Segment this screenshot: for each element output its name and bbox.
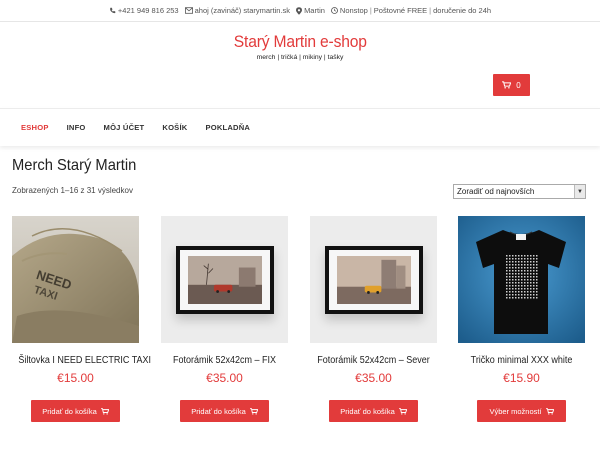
site-title[interactable]: Starý Martin e-shop [234,32,367,52]
cart-icon [502,81,512,89]
add-to-cart-button[interactable]: Pridať do košíka [180,400,269,422]
product-price: €35.00 [206,371,243,385]
product-name[interactable]: Šiltovka I NEED ELECTRIC TAXI [18,355,151,366]
product-image[interactable] [161,216,288,343]
map-pin-icon [296,6,303,15]
location-text: Martin [304,6,325,15]
main-navigation: ESHOP INFO MÔJ ÚČET KOŠÍK POKLADŇA [0,108,600,146]
product-image[interactable]: NEED TAXI [12,216,139,343]
cart-icon [100,407,109,415]
product-price: €35.00 [355,371,392,385]
button-label: Výber možností [489,406,542,416]
button-label: Pridať do košíka [340,406,395,416]
delivery-text: doručenie do 24h [433,6,492,15]
photo-frame [324,245,423,314]
product-card: Fotorámik 52x42cm – Sever €35.00 Pridať … [310,216,437,422]
add-to-cart-button[interactable]: Pridať do košíka [329,400,418,422]
chevron-down-icon: ▼ [574,185,585,198]
product-name[interactable]: Fotorámik 52x42cm – Sever [316,355,430,366]
tshirt-image [458,216,585,343]
product-card: Fotorámik 52x42cm – FIX €35.00 Pridať do… [161,216,288,422]
nav-item-my-account[interactable]: MÔJ ÚČET [104,123,145,132]
cart-icon [545,407,554,415]
cap-image: NEED TAXI [12,216,139,343]
nav-item-eshop[interactable]: ESHOP [21,123,49,132]
product-name[interactable]: Fotorámik 52x42cm – FIX [167,355,281,366]
shipping-text: Poštovné FREE [373,6,428,15]
select-options-button[interactable]: Výber možností [477,400,566,422]
phone-number: +421 949 816 253 [117,6,179,15]
result-count: Zobrazených 1–16 z 31 výsledkov [12,186,133,195]
envelope-icon [184,7,193,14]
button-label: Pridať do košíka [42,406,97,416]
sort-selected-value: Zoradiť od najnovších [457,187,535,196]
add-to-cart-button[interactable]: Pridať do košíka [31,400,120,422]
site-branding: Starý Martin e-shop merch | tričká | mik… [0,32,600,61]
sort-select[interactable]: Zoradiť od najnovších ▼ [453,184,586,199]
site-tagline: merch | tričká | mikiny | tašky [256,54,344,61]
hours-text: Nonstop [339,6,368,15]
cart-icon [398,407,407,415]
hours-info: Nonstop | Poštovné FREE | doručenie do 2… [330,6,492,15]
button-label: Pridať do košíka [191,406,246,416]
nav-item-checkout[interactable]: POKLADŇA [205,123,250,132]
product-price: €15.00 [57,371,94,385]
nav-item-cart[interactable]: KOŠÍK [162,123,187,132]
page-title: Merch Starý Martin [12,157,137,174]
email-address: ahoj (zavináč) starymartin.sk [194,6,291,15]
header-cart-button[interactable]: 0 [493,74,530,96]
clock-icon [330,7,338,14]
phone-icon [109,7,116,14]
phone-contact[interactable]: +421 949 816 253 [109,6,179,15]
product-name[interactable]: Tričko minimal XXX white [464,355,578,366]
top-info-bar: +421 949 816 253 ahoj (zavináč) starymar… [0,0,600,22]
product-image[interactable] [458,216,585,343]
product-card: Tričko minimal XXX white €15.90 Výber mo… [458,216,585,422]
cart-count: 0 [516,80,521,90]
frame-photo-fix [187,255,262,304]
product-image[interactable] [310,216,437,343]
email-contact[interactable]: ahoj (zavináč) starymartin.sk [184,6,291,15]
location-info: Martin [296,6,325,15]
nav-item-info[interactable]: INFO [67,123,86,132]
product-price: €15.90 [503,371,540,385]
photo-frame [175,245,274,314]
separator: | [429,6,432,15]
product-card: NEED TAXI Šiltovka I NEED ELECTRIC TAXI … [12,216,151,422]
cart-icon [249,407,258,415]
separator: | [369,6,372,15]
frame-photo-sever [336,255,411,304]
